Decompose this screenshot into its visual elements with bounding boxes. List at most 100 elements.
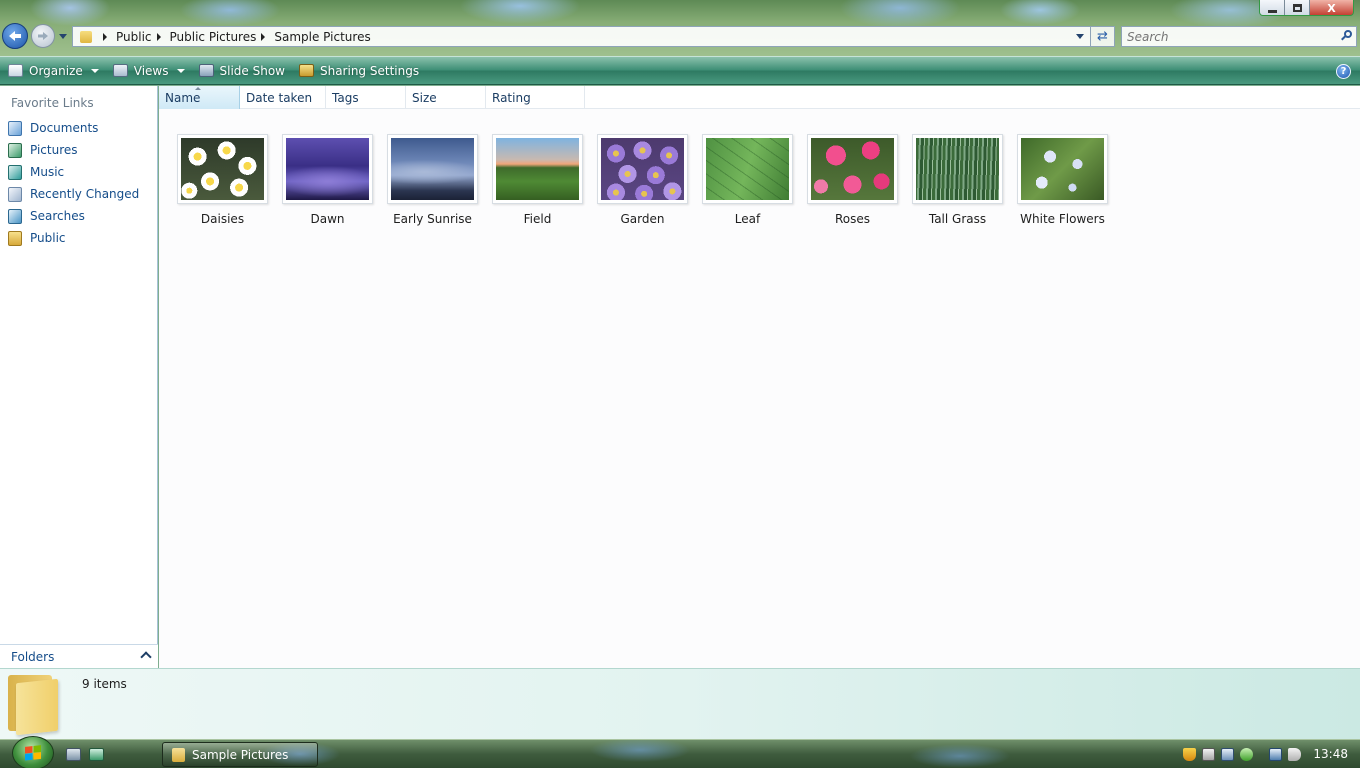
sidebar-item-public[interactable]: Public: [0, 227, 158, 249]
breadcrumb-public[interactable]: Public: [116, 30, 152, 44]
help-icon: ?: [1340, 66, 1347, 77]
back-button[interactable]: [2, 23, 28, 49]
searches-icon: [8, 208, 22, 224]
maximize-button[interactable]: [1285, 0, 1310, 15]
slideshow-icon: [198, 64, 214, 77]
thumbnail: [912, 134, 1003, 204]
search-box[interactable]: [1121, 26, 1357, 47]
windows-update-icon[interactable]: [1202, 747, 1216, 761]
folder-icon: [172, 747, 185, 762]
sidebar-item-pictures[interactable]: Pictures: [0, 139, 158, 161]
network-connection-icon[interactable]: [1269, 747, 1283, 761]
file-item[interactable]: Leaf: [695, 134, 800, 226]
file-name: Early Sunrise: [393, 212, 472, 226]
column-header-date-taken[interactable]: Date taken: [240, 86, 326, 109]
chevron-down-icon: [1076, 34, 1084, 39]
breadcrumb-separator-icon[interactable]: [261, 32, 266, 41]
minimize-button[interactable]: [1260, 0, 1285, 15]
start-button[interactable]: [12, 736, 54, 768]
checkmark-icon[interactable]: [1240, 747, 1254, 761]
sidebar-item-label: Public: [30, 231, 66, 245]
taskbar: Sample Pictures 13:48: [0, 736, 1360, 768]
column-header-name[interactable]: Name: [159, 86, 240, 109]
daisies-image: [181, 138, 264, 200]
forward-arrow-icon: [38, 32, 48, 40]
column-header-label: Tags: [332, 90, 359, 105]
organize-label: Organize: [29, 63, 83, 78]
file-name: Tall Grass: [928, 212, 987, 226]
white-flowers-image: [1021, 138, 1104, 200]
sharing-icon: [298, 64, 314, 77]
breadcrumb-sample-pictures[interactable]: Sample Pictures: [274, 30, 370, 44]
show-desktop-icon[interactable]: [66, 748, 81, 761]
taskbar-item-sample-pictures[interactable]: Sample Pictures: [162, 742, 318, 767]
search-input[interactable]: [1122, 27, 1332, 46]
sidebar-item-documents[interactable]: Documents: [0, 117, 158, 139]
folder-icon: [8, 675, 58, 736]
file-item[interactable]: Roses: [800, 134, 905, 226]
breadcrumb-separator-icon[interactable]: [156, 32, 161, 41]
column-header-rating[interactable]: Rating: [486, 86, 585, 109]
help-button[interactable]: ?: [1336, 64, 1351, 79]
breadcrumb-separator-icon[interactable]: [103, 32, 107, 41]
sidebar-item-label: Documents: [30, 121, 99, 135]
thumbnail: [702, 134, 793, 204]
chevron-down-icon: [176, 68, 185, 73]
file-name: Field: [523, 212, 552, 226]
refresh-button[interactable]: ⇄: [1091, 26, 1115, 47]
column-header-label: Name: [165, 90, 201, 105]
sidebar-item-label: Music: [30, 165, 65, 179]
column-header-tags[interactable]: Tags: [326, 86, 406, 109]
file-name: Leaf: [734, 212, 761, 226]
column-header-label: Size: [412, 90, 437, 105]
column-header-size[interactable]: Size: [406, 86, 486, 109]
thumbnail: [597, 134, 688, 204]
folders-toggle[interactable]: Folders: [0, 644, 158, 668]
system-tray: 13:48: [1183, 740, 1360, 768]
taskbar-item-label: Sample Pictures: [192, 747, 289, 762]
item-count: 9 items: [82, 677, 127, 691]
network-icon[interactable]: [1221, 747, 1235, 761]
security-shield-icon[interactable]: [1183, 747, 1197, 761]
back-arrow-icon: [9, 31, 21, 41]
window-titlebar: X Public Public Pictures Sample Pictures…: [0, 0, 1360, 56]
file-item[interactable]: Early Sunrise: [380, 134, 485, 226]
switch-windows-icon[interactable]: [89, 748, 104, 761]
views-icon: [112, 64, 128, 77]
file-item[interactable]: Garden: [590, 134, 695, 226]
refresh-icon: ⇄: [1097, 29, 1108, 44]
dawn-image: [286, 138, 369, 200]
volume-icon[interactable]: [1288, 747, 1302, 761]
sharing-settings-button[interactable]: Sharing Settings: [295, 60, 423, 82]
thumbnail: [492, 134, 583, 204]
address-bar[interactable]: Public Public Pictures Sample Pictures: [72, 26, 1091, 47]
file-name: White Flowers: [1020, 212, 1105, 226]
file-item[interactable]: Field: [485, 134, 590, 226]
sharing-label: Sharing Settings: [319, 63, 420, 78]
close-button[interactable]: X: [1310, 0, 1353, 15]
slideshow-button[interactable]: Slide Show: [195, 60, 289, 82]
thumbnail-grid: Daisies Dawn Early Sunrise Field Garden …: [170, 134, 1115, 226]
pictures-icon: [8, 142, 22, 158]
clock[interactable]: 13:48: [1313, 747, 1348, 761]
forward-button[interactable]: [31, 24, 55, 48]
thumbnail: [387, 134, 478, 204]
organize-button[interactable]: Organize: [4, 60, 103, 82]
sidebar-item-searches[interactable]: Searches: [0, 205, 158, 227]
address-dropdown-button[interactable]: [1076, 34, 1084, 39]
sidebar-item-label: Pictures: [30, 143, 78, 157]
file-item[interactable]: Daisies: [170, 134, 275, 226]
file-item[interactable]: Dawn: [275, 134, 380, 226]
breadcrumb-public-pictures[interactable]: Public Pictures: [170, 30, 257, 44]
thumbnail: [807, 134, 898, 204]
views-button[interactable]: Views: [109, 60, 189, 82]
file-name: Daisies: [200, 212, 245, 226]
search-icon[interactable]: [1341, 30, 1352, 41]
sidebar-item-music[interactable]: Music: [0, 161, 158, 183]
recent-pages-button[interactable]: [58, 31, 68, 41]
sidebar-item-recently-changed[interactable]: Recently Changed: [0, 183, 158, 205]
file-item[interactable]: White Flowers: [1010, 134, 1115, 226]
file-item[interactable]: Tall Grass: [905, 134, 1010, 226]
views-label: Views: [133, 63, 169, 78]
file-name: Dawn: [310, 212, 345, 226]
